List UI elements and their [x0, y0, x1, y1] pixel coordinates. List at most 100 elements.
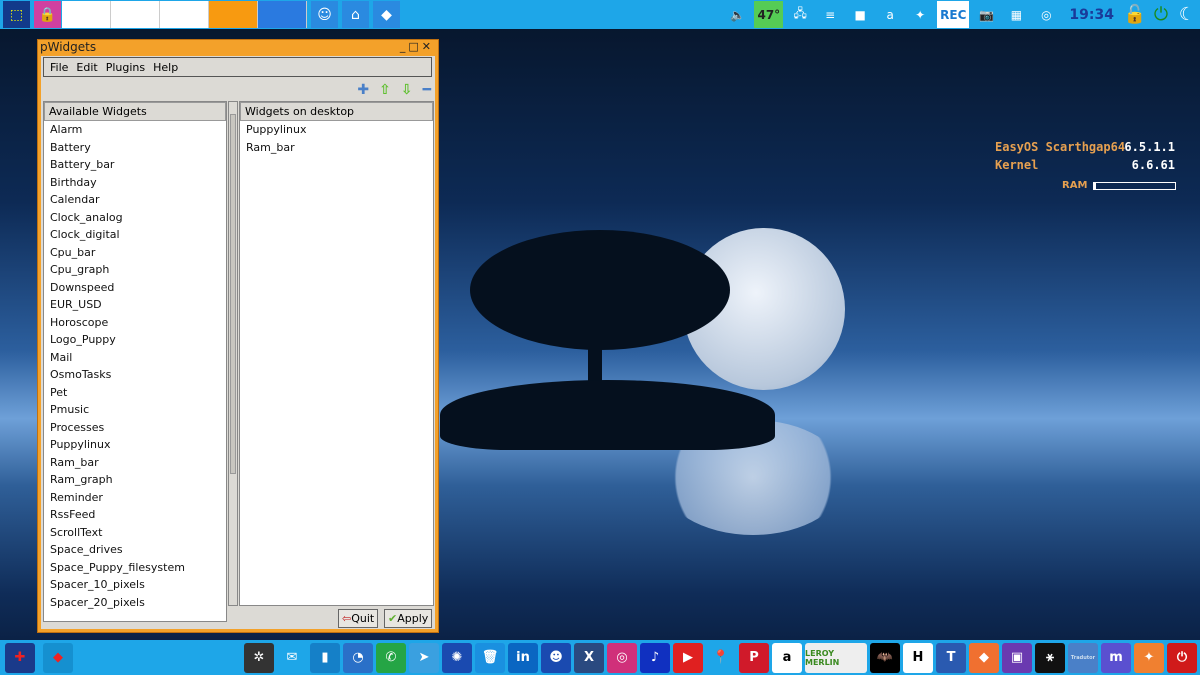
list-item[interactable]: Horoscope — [44, 314, 226, 332]
menu-file[interactable]: File — [50, 61, 68, 74]
uk-flag-icon[interactable]: ✚ — [5, 642, 35, 673]
available-widgets-header[interactable]: Available Widgets — [44, 102, 226, 121]
instagram-icon[interactable]: ◎ — [607, 642, 637, 673]
list-item[interactable]: Battery_bar — [44, 156, 226, 174]
camera-icon[interactable]: 📷 — [973, 1, 999, 28]
arrow-up-icon[interactable]: ⇧ — [379, 82, 391, 98]
list-item[interactable]: Processes — [44, 419, 226, 437]
list-item[interactable]: Reminder — [44, 489, 226, 507]
network-icon[interactable]: 🖧 — [787, 1, 813, 28]
screenshot-icon[interactable]: ⬚ — [3, 1, 30, 28]
list-item[interactable]: RssFeed — [44, 506, 226, 524]
asterisk-icon[interactable]: ✲ — [244, 642, 274, 673]
menu-plugins[interactable]: Plugins — [106, 61, 145, 74]
list-item[interactable]: Pet — [44, 384, 226, 402]
padlock-icon[interactable]: 🔓 — [1122, 1, 1148, 28]
quit-button[interactable]: ⇦Quit — [338, 609, 379, 628]
list-item[interactable]: Puppylinux — [240, 121, 433, 139]
location-star-icon[interactable]: ✦ — [1134, 642, 1164, 673]
list-item[interactable]: Downspeed — [44, 279, 226, 297]
power-icon[interactable]: ⏻ — [1148, 1, 1174, 28]
desktop-widgets-list[interactable]: Widgets on desktop Puppylinux Ram_bar — [239, 101, 434, 606]
list-item[interactable]: Pmusic — [44, 401, 226, 419]
desktop-widgets-header[interactable]: Widgets on desktop — [240, 102, 433, 121]
whatsapp-icon[interactable]: ✆ — [376, 642, 406, 673]
pinterest-icon[interactable]: P — [739, 642, 769, 673]
taskbar-slot[interactable] — [160, 1, 209, 28]
mastodon-icon[interactable]: m — [1101, 642, 1131, 673]
taskbar-slot[interactable] — [258, 1, 307, 28]
add-icon[interactable]: ✚ — [357, 82, 369, 98]
arrow-down-icon[interactable]: ⇩ — [401, 82, 413, 98]
remove-icon[interactable]: ━ — [423, 82, 431, 98]
t-icon[interactable]: T — [936, 642, 966, 673]
list-item[interactable]: Spacer_10_pixels — [44, 576, 226, 594]
twitch-icon[interactable]: ▣ — [1002, 642, 1032, 673]
anydesk-a-icon[interactable]: a — [877, 1, 903, 28]
window-titlebar[interactable]: pWidgets _□✕ — [38, 40, 438, 56]
list-item[interactable]: Calendar — [44, 191, 226, 209]
chatgpt-icon[interactable]: ✺ — [442, 642, 472, 673]
finder-icon[interactable]: ☺ — [311, 1, 338, 28]
list-item[interactable]: OsmoTasks — [44, 366, 226, 384]
maps-icon[interactable]: 📍 — [706, 642, 736, 673]
available-widgets-list[interactable]: Available Widgets Alarm Battery Battery_ba… — [43, 101, 227, 622]
list-item[interactable]: Space_drives — [44, 541, 226, 559]
menu-edit[interactable]: Edit — [76, 61, 97, 74]
list-item[interactable]: Spacer_20_pixels — [44, 594, 226, 612]
list-item[interactable]: Cpu_graph — [44, 261, 226, 279]
rec-icon[interactable]: REC — [937, 1, 970, 28]
list-item[interactable]: Cpu_bar — [44, 244, 226, 262]
available-scrollbar[interactable] — [228, 101, 238, 606]
list-item[interactable]: Mail — [44, 349, 226, 367]
maximize-button[interactable]: □ — [408, 40, 421, 53]
tiktok-icon[interactable]: ♪ — [640, 642, 670, 673]
telegram-icon[interactable]: ➤ — [409, 642, 439, 673]
scrollbar-thumb[interactable] — [230, 114, 236, 474]
x-icon[interactable]: X — [574, 642, 604, 673]
gimp-icon[interactable]: ✦ — [907, 1, 933, 28]
volume-icon[interactable]: 🔈 — [724, 1, 750, 28]
rss-icon[interactable]: ◔ — [343, 642, 373, 673]
home-folder-icon[interactable]: ⌂ — [342, 1, 369, 28]
youtube-icon[interactable]: ▶ — [673, 642, 703, 673]
temperature-icon[interactable]: 47° — [754, 1, 784, 28]
red-box-icon[interactable]: ■ — [847, 1, 873, 28]
file-icon[interactable]: ▮ — [310, 642, 340, 673]
list-item[interactable]: Ram_bar — [240, 139, 433, 157]
amazon-icon[interactable]: a — [772, 642, 802, 673]
list-item[interactable]: Ram_bar — [44, 454, 226, 472]
linkedin-icon[interactable]: in — [508, 642, 538, 673]
film-icon[interactable]: ▦ — [1003, 1, 1029, 28]
leroy-merlin-icon[interactable]: LEROY MERLIN — [805, 642, 867, 673]
list-item[interactable]: Birthday — [44, 174, 226, 192]
list-item[interactable]: ScrollText — [44, 524, 226, 542]
list-item[interactable]: Clock_analog — [44, 209, 226, 227]
stack-icon[interactable]: ≡ — [817, 1, 843, 28]
list-item[interactable]: Logo_Puppy — [44, 331, 226, 349]
list-item[interactable]: Clock_digital — [44, 226, 226, 244]
easyos-cube-icon[interactable]: ◆ — [43, 642, 73, 673]
sleep-moon-icon[interactable]: ☾ — [1174, 1, 1200, 28]
trash-icon[interactable]: 🗑 — [475, 642, 505, 673]
batman-icon[interactable]: 🦇 — [870, 642, 900, 673]
easyos-cube-icon[interactable]: ◆ — [373, 1, 400, 28]
menu-help[interactable]: Help — [153, 61, 178, 74]
list-item[interactable]: Puppylinux — [44, 436, 226, 454]
list-item[interactable]: EUR_USD — [44, 296, 226, 314]
taskbar-slot[interactable] — [209, 1, 258, 28]
translator-icon[interactable]: Tradutor — [1068, 642, 1098, 673]
graph-icon[interactable]: ⚹ — [1035, 642, 1065, 673]
list-item[interactable]: Ram_graph — [44, 471, 226, 489]
apply-button[interactable]: ✔Apply — [384, 609, 433, 628]
lock-icon[interactable]: 🔒 — [34, 1, 61, 28]
target-icon[interactable]: ◎ — [1033, 1, 1059, 28]
close-button[interactable]: ✕ — [422, 40, 434, 53]
diamond-icon[interactable]: ◆ — [969, 642, 999, 673]
h-icon[interactable]: H — [903, 642, 933, 673]
clock[interactable]: 19:34 — [1069, 1, 1114, 28]
puppy-icon[interactable]: ☻ — [541, 642, 571, 673]
mail-icon[interactable]: ✉ — [277, 642, 307, 673]
list-item[interactable]: Battery — [44, 139, 226, 157]
list-item[interactable]: Space_Puppy_filesystem — [44, 559, 226, 577]
